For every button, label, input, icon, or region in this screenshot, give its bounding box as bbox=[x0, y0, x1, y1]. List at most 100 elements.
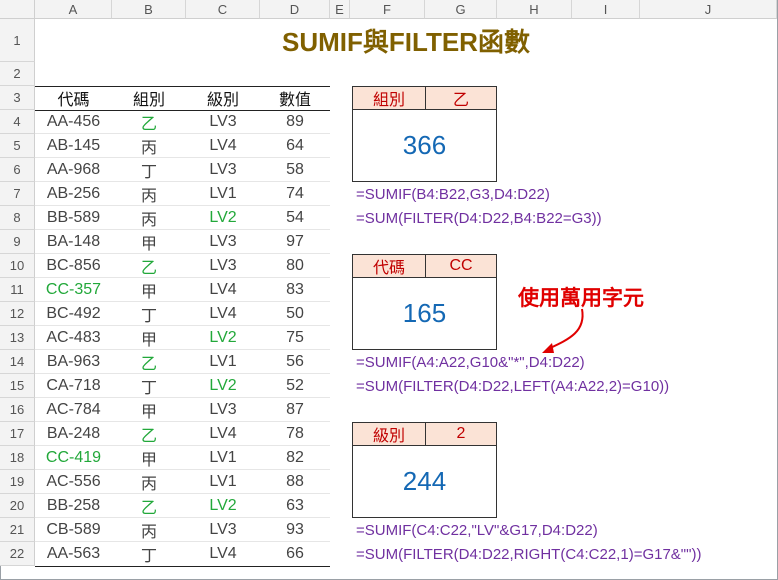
row-header[interactable]: 16 bbox=[0, 398, 35, 422]
table-cell-group[interactable]: 丁 bbox=[112, 542, 186, 566]
table-cell-code[interactable]: AA-456 bbox=[35, 110, 112, 134]
table-cell-code[interactable]: AC-556 bbox=[35, 470, 112, 494]
column-header[interactable]: A bbox=[35, 0, 112, 19]
table-cell-group[interactable]: 丙 bbox=[112, 470, 186, 494]
formula-text[interactable]: =SUMIF(B4:B22,G3,D4:D22) bbox=[356, 182, 550, 206]
table-cell-code[interactable]: AC-483 bbox=[35, 326, 112, 350]
table-cell-level[interactable]: LV1 bbox=[186, 470, 260, 494]
table-cell-value[interactable]: 82 bbox=[260, 446, 330, 470]
table-cell-group[interactable]: 甲 bbox=[112, 278, 186, 302]
table-cell-level[interactable]: LV4 bbox=[186, 302, 260, 326]
row-header[interactable]: 3 bbox=[0, 86, 35, 110]
table-cell-level[interactable]: LV1 bbox=[186, 446, 260, 470]
table-cell-value[interactable]: 58 bbox=[260, 158, 330, 182]
table-cell-level[interactable]: LV4 bbox=[186, 134, 260, 158]
table-cell-group[interactable]: 丙 bbox=[112, 518, 186, 542]
sum-result[interactable]: 366 bbox=[352, 109, 497, 182]
row-header[interactable]: 8 bbox=[0, 206, 35, 230]
row-header[interactable]: 5 bbox=[0, 134, 35, 158]
table-cell-value[interactable]: 50 bbox=[260, 302, 330, 326]
table-cell-group[interactable]: 丙 bbox=[112, 134, 186, 158]
table-cell-group[interactable]: 甲 bbox=[112, 446, 186, 470]
table-cell-value[interactable]: 54 bbox=[260, 206, 330, 230]
table-cell-code[interactable]: CA-718 bbox=[35, 374, 112, 398]
table-cell-level[interactable]: LV1 bbox=[186, 182, 260, 206]
row-header[interactable]: 22 bbox=[0, 542, 35, 566]
row-header[interactable]: 20 bbox=[0, 494, 35, 518]
table-cell-level[interactable]: LV3 bbox=[186, 398, 260, 422]
table-cell-value[interactable]: 87 bbox=[260, 398, 330, 422]
table-cell-group[interactable]: 甲 bbox=[112, 326, 186, 350]
table-cell-group[interactable]: 乙 bbox=[112, 422, 186, 446]
table-cell-code[interactable]: BB-258 bbox=[35, 494, 112, 518]
table-cell-group[interactable]: 乙 bbox=[112, 350, 186, 374]
table-cell-group[interactable]: 乙 bbox=[112, 110, 186, 134]
table-cell-level[interactable]: LV3 bbox=[186, 158, 260, 182]
row-header[interactable]: 2 bbox=[0, 62, 35, 86]
table-cell-code[interactable]: AA-563 bbox=[35, 542, 112, 566]
table-cell-code[interactable]: BC-856 bbox=[35, 254, 112, 278]
table-cell-group[interactable]: 丁 bbox=[112, 374, 186, 398]
table-cell-level[interactable]: LV2 bbox=[186, 326, 260, 350]
column-header[interactable]: C bbox=[186, 0, 260, 19]
table-cell-group[interactable]: 丁 bbox=[112, 302, 186, 326]
table-cell-code[interactable]: BA-248 bbox=[35, 422, 112, 446]
table-cell-code[interactable]: AA-968 bbox=[35, 158, 112, 182]
row-header[interactable]: 17 bbox=[0, 422, 35, 446]
criteria-input[interactable]: 2 bbox=[425, 422, 497, 446]
sum-result[interactable]: 165 bbox=[352, 277, 497, 350]
table-cell-value[interactable]: 97 bbox=[260, 230, 330, 254]
column-header[interactable]: J bbox=[640, 0, 777, 19]
row-header[interactable]: 18 bbox=[0, 446, 35, 470]
row-header[interactable]: 9 bbox=[0, 230, 35, 254]
table-cell-code[interactable]: AB-145 bbox=[35, 134, 112, 158]
table-cell-level[interactable]: LV4 bbox=[186, 278, 260, 302]
row-header[interactable]: 6 bbox=[0, 158, 35, 182]
table-cell-code[interactable]: AC-784 bbox=[35, 398, 112, 422]
row-header[interactable]: 12 bbox=[0, 302, 35, 326]
row-header[interactable]: 1 bbox=[0, 19, 35, 62]
table-cell-level[interactable]: LV4 bbox=[186, 422, 260, 446]
table-cell-value[interactable]: 66 bbox=[260, 542, 330, 566]
table-cell-group[interactable]: 丁 bbox=[112, 158, 186, 182]
column-header[interactable]: I bbox=[572, 0, 640, 19]
table-cell-code[interactable]: CC-357 bbox=[35, 278, 112, 302]
row-header[interactable]: 10 bbox=[0, 254, 35, 278]
table-cell-code[interactable]: BA-963 bbox=[35, 350, 112, 374]
table-cell-level[interactable]: LV3 bbox=[186, 230, 260, 254]
table-cell-value[interactable]: 52 bbox=[260, 374, 330, 398]
column-header[interactable]: G bbox=[425, 0, 497, 19]
column-header[interactable]: H bbox=[497, 0, 572, 19]
table-cell-group[interactable]: 甲 bbox=[112, 398, 186, 422]
table-cell-value[interactable]: 56 bbox=[260, 350, 330, 374]
table-cell-code[interactable]: BA-148 bbox=[35, 230, 112, 254]
formula-text[interactable]: =SUM(FILTER(D4:D22,B4:B22=G3)) bbox=[356, 206, 602, 230]
table-cell-code[interactable]: CC-419 bbox=[35, 446, 112, 470]
column-header[interactable]: E bbox=[330, 0, 350, 19]
table-cell-code[interactable]: BB-589 bbox=[35, 206, 112, 230]
row-header[interactable]: 11 bbox=[0, 278, 35, 302]
table-cell-group[interactable]: 乙 bbox=[112, 494, 186, 518]
formula-text[interactable]: =SUM(FILTER(D4:D22,RIGHT(C4:C22,1)=G17&"… bbox=[356, 542, 701, 566]
table-cell-level[interactable]: LV3 bbox=[186, 254, 260, 278]
table-cell-group[interactable]: 丙 bbox=[112, 206, 186, 230]
table-cell-level[interactable]: LV2 bbox=[186, 206, 260, 230]
criteria-input[interactable]: 乙 bbox=[425, 86, 497, 110]
table-cell-value[interactable]: 88 bbox=[260, 470, 330, 494]
select-all-corner[interactable] bbox=[0, 0, 35, 19]
table-cell-group[interactable]: 甲 bbox=[112, 230, 186, 254]
table-cell-group[interactable]: 丙 bbox=[112, 182, 186, 206]
row-header[interactable]: 21 bbox=[0, 518, 35, 542]
table-cell-code[interactable]: CB-589 bbox=[35, 518, 112, 542]
table-cell-level[interactable]: LV3 bbox=[186, 518, 260, 542]
table-cell-level[interactable]: LV3 bbox=[186, 110, 260, 134]
table-cell-group[interactable]: 乙 bbox=[112, 254, 186, 278]
table-cell-value[interactable]: 78 bbox=[260, 422, 330, 446]
table-cell-value[interactable]: 80 bbox=[260, 254, 330, 278]
table-cell-code[interactable]: BC-492 bbox=[35, 302, 112, 326]
row-header[interactable]: 15 bbox=[0, 374, 35, 398]
table-cell-value[interactable]: 63 bbox=[260, 494, 330, 518]
criteria-input[interactable]: CC bbox=[425, 254, 497, 278]
column-header[interactable]: B bbox=[112, 0, 186, 19]
table-cell-value[interactable]: 64 bbox=[260, 134, 330, 158]
